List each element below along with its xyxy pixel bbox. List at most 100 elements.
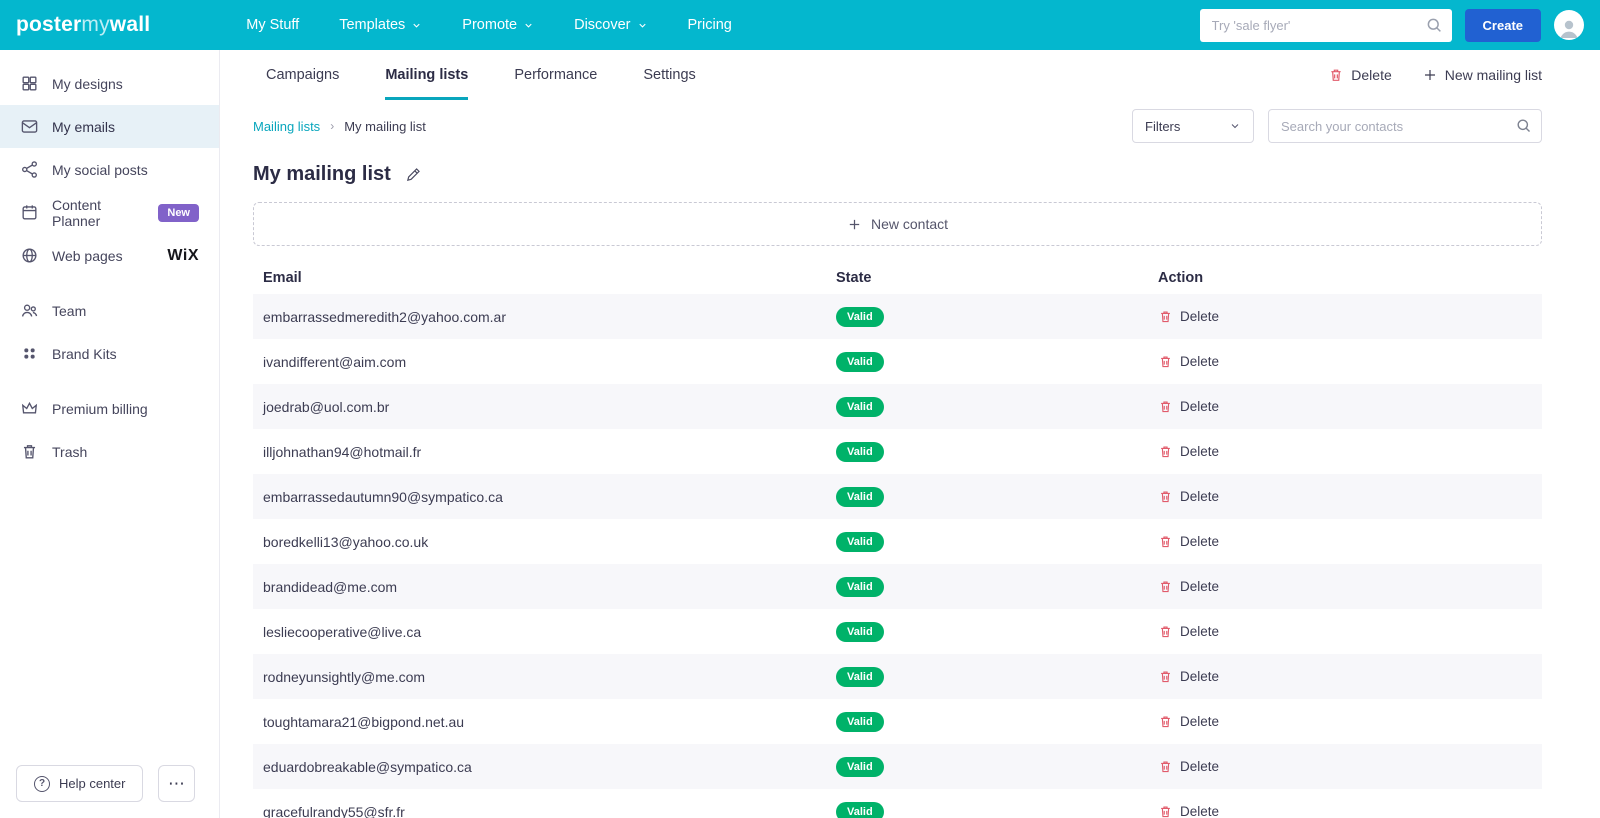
row-email: toughtamara21@bigpond.net.au: [263, 713, 465, 730]
grid-icon: [22, 76, 37, 91]
filters-dropdown[interactable]: Filters: [1132, 109, 1254, 143]
create-button[interactable]: Create: [1464, 8, 1541, 42]
trash-icon: [1161, 446, 1170, 458]
trash-icon: [1161, 356, 1170, 368]
row-delete-button[interactable]: Delete: [1158, 669, 1542, 684]
trash-icon: [1161, 671, 1170, 683]
status-badge: Valid: [836, 531, 884, 552]
chevron-down-icon: [1231, 124, 1239, 129]
breadcrumb: Mailing lists › My mailing list: [253, 119, 426, 134]
status-badge: Valid: [836, 576, 884, 597]
sidebar-item-my-emails[interactable]: My emails: [0, 105, 219, 148]
row-delete-button[interactable]: Delete: [1158, 399, 1542, 414]
row-delete-label: Delete: [1180, 399, 1220, 414]
sidebar-item-premium-billing[interactable]: Premium billing: [0, 387, 219, 430]
row-delete-button[interactable]: Delete: [1158, 534, 1542, 549]
table-row: embarrassedautumn90@sympatico.ca Valid D…: [253, 474, 1542, 519]
trash-icon: [1161, 626, 1170, 638]
row-delete-button[interactable]: Delete: [1158, 354, 1542, 369]
nav-my-stuff[interactable]: My Stuff: [246, 17, 299, 33]
table-row: joedrab@uol.com.br Valid Delete: [253, 384, 1542, 429]
new-contact-button[interactable]: New contact: [253, 202, 1542, 246]
row-email: illjohnathan94@hotmail.fr: [263, 443, 422, 460]
nav-templates[interactable]: Templates: [339, 17, 422, 33]
sidebar-item-brand-kits[interactable]: Brand Kits: [0, 332, 219, 375]
table-row: embarrassedmeredith2@yahoo.com.ar Valid …: [253, 294, 1542, 339]
row-delete-label: Delete: [1180, 534, 1220, 549]
row-delete-label: Delete: [1180, 354, 1220, 369]
table-row: boredkelli13@yahoo.co.uk Valid Delete: [253, 519, 1542, 564]
row-delete-label: Delete: [1180, 489, 1220, 504]
logo-part-wall: wall: [109, 13, 151, 36]
tab-performance[interactable]: Performance: [514, 50, 597, 100]
row-delete-button[interactable]: Delete: [1158, 624, 1542, 639]
status-badge: Valid: [836, 711, 884, 732]
row-delete-label: Delete: [1180, 444, 1220, 459]
sidebar: My designs My emails My social posts Con…: [0, 50, 220, 818]
main-content: Campaigns Mailing lists Performance Sett…: [220, 50, 1600, 818]
tab-mailing-lists[interactable]: Mailing lists: [385, 50, 469, 100]
row-delete-button[interactable]: Delete: [1158, 804, 1542, 818]
status-badge: Valid: [836, 666, 884, 687]
chevron-down-icon: [638, 23, 646, 28]
breadcrumb-current: My mailing list: [344, 118, 426, 134]
row-delete-label: Delete: [1180, 759, 1220, 774]
status-badge: Valid: [836, 396, 884, 417]
nav-pricing[interactable]: Pricing: [688, 17, 732, 33]
question-icon: ?: [34, 775, 50, 792]
list-actions: Delete New mailing list: [1328, 50, 1542, 100]
template-search: [1199, 8, 1452, 42]
logo-part-my: my: [81, 13, 110, 36]
row-delete-button[interactable]: Delete: [1158, 759, 1542, 774]
tabs: Campaigns Mailing lists Performance Sett…: [266, 50, 696, 100]
help-center-button[interactable]: ? Help center: [16, 765, 144, 802]
postermywall-logo[interactable]: postermywall: [16, 13, 150, 37]
row-email: embarrassedmeredith2@yahoo.com.ar: [263, 308, 506, 325]
nav-promote[interactable]: Promote: [462, 17, 534, 33]
more-button[interactable]: ⋯: [158, 765, 196, 802]
delete-list-button[interactable]: Delete: [1328, 67, 1392, 83]
tab-campaigns[interactable]: Campaigns: [266, 50, 339, 100]
breadcrumb-mailing-lists[interactable]: Mailing lists: [253, 119, 320, 134]
sidebar-item-trash[interactable]: Trash: [0, 430, 219, 473]
row-email: boredkelli13@yahoo.co.uk: [263, 533, 429, 550]
body-shell: My designs My emails My social posts Con…: [0, 50, 1600, 818]
tabs-row: Campaigns Mailing lists Performance Sett…: [253, 50, 1542, 100]
sidebar-item-team[interactable]: Team: [0, 289, 219, 332]
new-mailing-list-button[interactable]: New mailing list: [1422, 67, 1542, 83]
table-row: rodneyunsightly@me.com Valid Delete: [253, 654, 1542, 699]
column-header-action: Action: [1158, 270, 1204, 286]
edit-pencil-icon[interactable]: [405, 166, 422, 183]
sidebar-item-web-pages[interactable]: Web pages WiX: [0, 234, 219, 277]
sidebar-item-content-planner[interactable]: Content Planner New: [0, 191, 219, 234]
status-badge: Valid: [836, 756, 884, 777]
crown-icon: [21, 401, 38, 414]
contact-search-input[interactable]: [1268, 109, 1542, 143]
logo-part-poster: poster: [16, 13, 82, 36]
tab-settings[interactable]: Settings: [643, 50, 695, 100]
trash-icon: [1161, 401, 1170, 413]
row-email: joedrab@uol.com.br: [263, 398, 390, 415]
nav-discover[interactable]: Discover: [574, 17, 647, 33]
row-delete-label: Delete: [1180, 309, 1220, 324]
wix-logo: WiX: [167, 246, 199, 264]
template-search-input[interactable]: [1199, 8, 1452, 42]
sidebar-item-my-designs[interactable]: My designs: [0, 62, 219, 105]
row-delete-button[interactable]: Delete: [1158, 489, 1542, 504]
trash-icon: [1161, 311, 1170, 323]
toolbar-right: Filters: [1132, 109, 1542, 143]
table-row: illjohnathan94@hotmail.fr Valid Delete: [253, 429, 1542, 474]
trash-icon: [1331, 69, 1341, 81]
row-delete-button[interactable]: Delete: [1158, 309, 1542, 324]
status-badge: Valid: [836, 486, 884, 507]
contact-search: [1268, 109, 1542, 143]
status-badge: Valid: [836, 621, 884, 642]
new-badge: New: [158, 203, 199, 222]
sidebar-item-my-social-posts[interactable]: My social posts: [0, 148, 219, 191]
top-nav: My Stuff Templates Promote Discover Pric…: [246, 17, 732, 33]
table-row: eduardobreakable@sympatico.ca Valid Dele…: [253, 744, 1542, 789]
row-delete-button[interactable]: Delete: [1158, 714, 1542, 729]
row-delete-button[interactable]: Delete: [1158, 579, 1542, 594]
user-avatar[interactable]: [1554, 10, 1584, 40]
row-delete-button[interactable]: Delete: [1158, 444, 1542, 459]
